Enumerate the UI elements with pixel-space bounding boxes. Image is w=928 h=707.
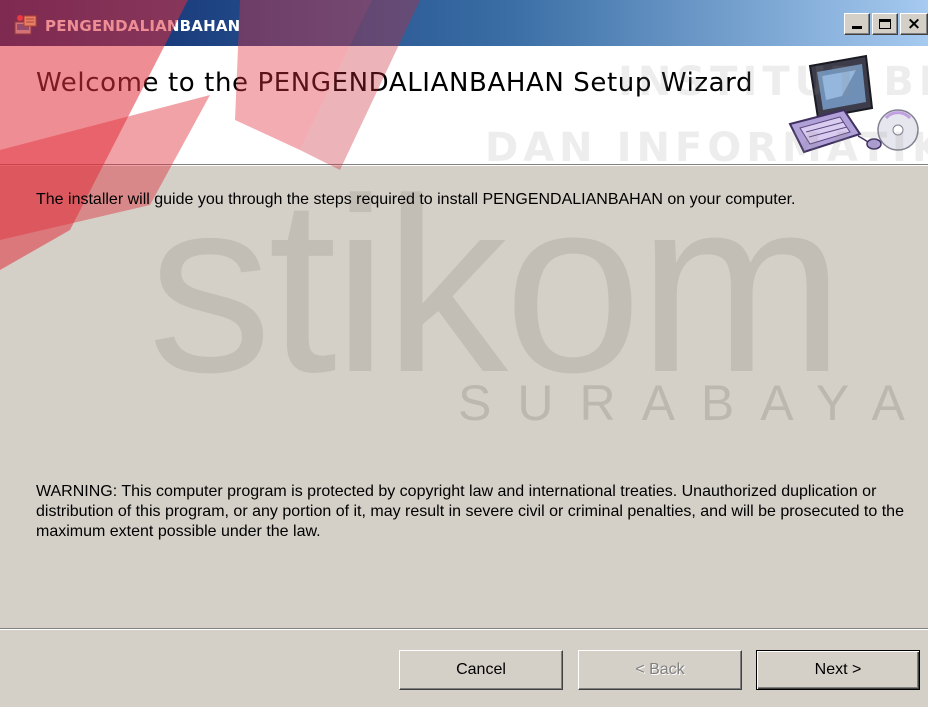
watermark-city: SURABAYA: [458, 375, 928, 431]
cancel-button[interactable]: Cancel: [399, 650, 563, 690]
close-icon: ×: [906, 13, 922, 34]
computer-setup-icon: [788, 54, 919, 154]
minimize-button[interactable]: [844, 13, 870, 35]
intro-text: The installer will guide you through the…: [36, 191, 796, 208]
back-button[interactable]: < Back: [578, 650, 742, 690]
title-bar[interactable]: PENGENDALIANBAHAN ×: [0, 0, 928, 46]
setup-wizard-window: PENGENDALIANBAHAN × Welcome to the PENGE…: [0, 0, 928, 707]
maximize-icon: [879, 19, 891, 29]
window-controls: ×: [844, 13, 928, 35]
wizard-heading: Welcome to the PENGENDALIANBAHAN Setup W…: [36, 68, 754, 98]
maximize-button[interactable]: [872, 13, 898, 35]
next-button[interactable]: Next >: [756, 650, 920, 690]
minimize-icon: [852, 26, 862, 29]
close-button[interactable]: ×: [900, 13, 928, 35]
footer-separator: [0, 628, 928, 630]
installer-app-icon[interactable]: [14, 14, 38, 36]
window-title: PENGENDALIANBAHAN: [45, 17, 241, 35]
banner-separator: [0, 164, 928, 166]
copyright-warning: WARNING: This computer program is protec…: [36, 483, 904, 540]
wizard-banner: Welcome to the PENGENDALIANBAHAN Setup W…: [0, 46, 928, 164]
